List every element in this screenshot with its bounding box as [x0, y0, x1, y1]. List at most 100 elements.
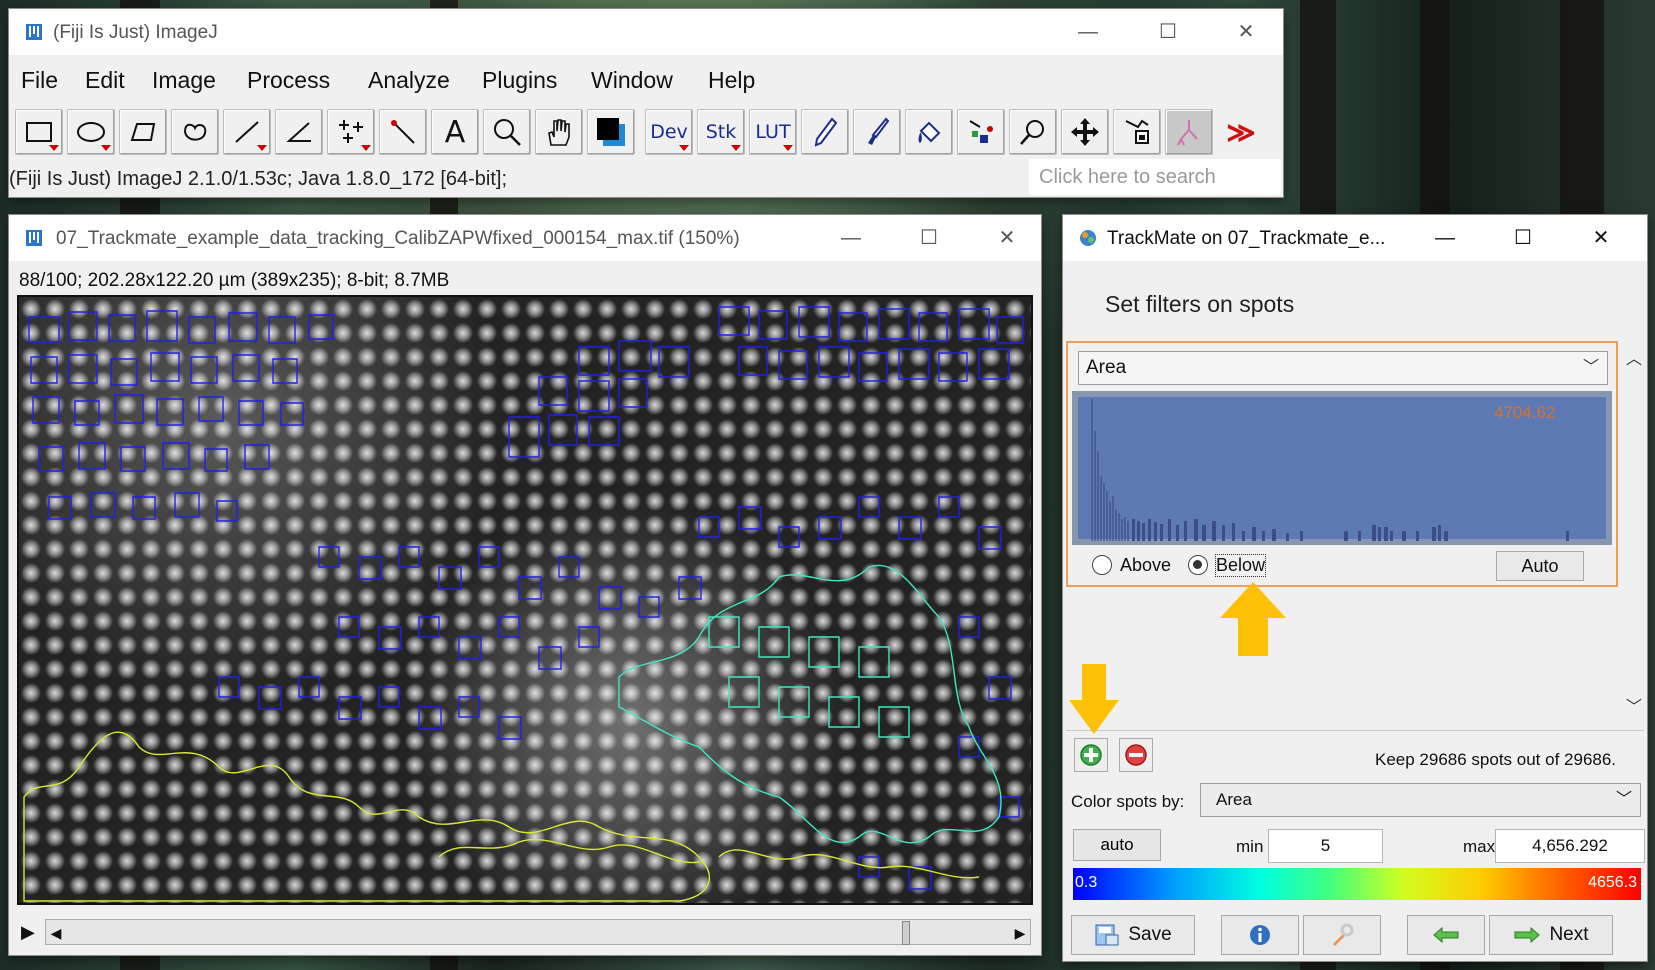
polygon-tool[interactable] — [119, 109, 167, 155]
hand-tool[interactable] — [535, 109, 583, 155]
arrow-left-icon — [1433, 926, 1459, 944]
minimize-button[interactable]: — — [1430, 223, 1460, 253]
image-titlebar: 07_Trackmate_example_data_tracking_Calib… — [9, 215, 1041, 261]
save-button[interactable]: Save — [1071, 915, 1195, 955]
threshold-value: 4704.62 — [1494, 403, 1556, 422]
lut-label: LUT — [755, 121, 791, 143]
trackmate-titlebar: TrackMate on 07_Trackmate_e... — ☐ ✕ — [1063, 215, 1647, 261]
menu-process[interactable]: Process — [247, 67, 330, 94]
feature-dropdown[interactable]: Area ﹀ — [1078, 351, 1608, 385]
divider — [1066, 730, 1644, 731]
oval-tool[interactable] — [67, 109, 115, 155]
close-button[interactable]: ✕ — [992, 223, 1022, 253]
color-range-bar: 0.3 4656.3 — [1073, 868, 1641, 900]
flood-fill-tool[interactable] — [905, 109, 953, 155]
angle-tool[interactable] — [275, 109, 323, 155]
window-title: TrackMate on 07_Trackmate_e... — [1107, 228, 1386, 249]
double-chevron-right-icon: ≫ — [1226, 116, 1256, 148]
maximize-button[interactable]: ☐ — [914, 223, 944, 253]
previous-button[interactable] — [1407, 915, 1485, 955]
chevron-down-icon: ﹀ — [1615, 791, 1632, 808]
wand-tool[interactable] — [379, 109, 427, 155]
close-button[interactable]: ✕ — [1586, 223, 1616, 253]
rectangle-tool[interactable] — [15, 109, 63, 155]
line-icon — [235, 121, 259, 143]
trackmate-tree-icon — [1177, 120, 1198, 146]
trackmate-logo-icon — [1080, 230, 1096, 246]
angle-icon — [286, 122, 311, 142]
polygon-icon — [130, 123, 156, 141]
trackmate-tool[interactable] — [1165, 109, 1213, 155]
about-button[interactable] — [1221, 915, 1299, 955]
chevron-down-icon[interactable]: ﹀ — [1626, 693, 1642, 717]
stk-menu-tool[interactable]: Stk — [697, 109, 745, 155]
color-by-dropdown[interactable]: Area ﹀ — [1200, 783, 1641, 817]
save-label: Save — [1128, 924, 1172, 945]
histogram[interactable]: 4704.62 — [1072, 391, 1612, 545]
rectangle-icon — [26, 122, 52, 142]
point-tool[interactable] — [327, 109, 375, 155]
add-filter-button[interactable] — [1074, 738, 1108, 772]
auto-range-button[interactable]: auto — [1073, 829, 1161, 861]
remove-filter-button[interactable] — [1119, 738, 1153, 772]
lut-menu-tool[interactable]: LUT — [749, 109, 797, 155]
zoom-search-tool[interactable] — [1009, 109, 1057, 155]
above-label[interactable]: Above — [1120, 555, 1171, 576]
move-tool[interactable] — [1061, 109, 1109, 155]
menu-window[interactable]: Window — [591, 67, 673, 94]
minimize-button[interactable]: — — [1073, 17, 1103, 47]
menu-image[interactable]: Image — [152, 67, 216, 94]
scrollbar-track[interactable]: ◀ ▶ — [45, 919, 1031, 945]
brush-tool[interactable] — [853, 109, 901, 155]
status-bar: (Fiji Is Just) ImageJ 2.1.0/1.53c; Java … — [9, 168, 508, 190]
line-tool[interactable] — [223, 109, 271, 155]
blue-spot-outlines — [28, 306, 1024, 890]
minimize-button[interactable]: — — [836, 223, 866, 253]
search-field[interactable]: Click here to search — [1029, 159, 1281, 195]
scroll-right-icon[interactable]: ▶ — [1010, 922, 1030, 944]
menu-file[interactable]: File — [21, 67, 58, 94]
paint-bucket-icon — [918, 121, 941, 143]
hand-icon — [548, 119, 570, 146]
below-radio[interactable] — [1188, 555, 1208, 575]
maximize-button[interactable]: ☐ — [1153, 17, 1183, 47]
menu-edit[interactable]: Edit — [85, 67, 125, 94]
close-button[interactable]: ✕ — [1231, 17, 1261, 47]
maximize-button[interactable]: ☐ — [1508, 223, 1538, 253]
menu-help[interactable]: Help — [708, 67, 755, 94]
color-by-value: Area — [1216, 790, 1252, 809]
arrow-tool[interactable] — [957, 109, 1005, 155]
scroll-left-icon[interactable]: ◀ — [46, 922, 66, 944]
clipboard-icon — [1125, 119, 1149, 144]
above-radio[interactable] — [1092, 555, 1112, 575]
menu-plugins[interactable]: Plugins — [482, 67, 557, 94]
min-label: min — [1236, 837, 1264, 856]
window-title: 07_Trackmate_example_data_tracking_Calib… — [56, 228, 740, 249]
color-picker-tool[interactable] — [587, 109, 635, 155]
filter-panel: Area ﹀ 4704.62 Above Below Auto — [1066, 341, 1618, 587]
spot-overlay — [23, 306, 1024, 902]
image-canvas[interactable] — [17, 295, 1033, 905]
annotation-arrow-up-icon — [1220, 582, 1286, 656]
next-button[interactable]: Next — [1489, 915, 1613, 955]
dev-menu-tool[interactable]: Dev — [645, 109, 693, 155]
filter-list-scrollbar[interactable]: ︿ ﹀ — [1623, 341, 1645, 721]
yellow-spot-outlines — [23, 731, 980, 902]
auto-threshold-button[interactable]: Auto — [1496, 551, 1584, 581]
freehand-tool[interactable] — [171, 109, 219, 155]
roi-manager-tool[interactable] — [1113, 109, 1161, 155]
menu-analyze[interactable]: Analyze — [368, 67, 450, 94]
max-field[interactable]: 4,656.292 — [1495, 829, 1645, 863]
settings-button[interactable] — [1303, 915, 1381, 955]
min-field[interactable]: 5 — [1268, 829, 1383, 863]
stack-scrollbar[interactable]: ▶ ◀ ▶ — [17, 917, 1033, 947]
scrollbar-thumb[interactable] — [902, 921, 910, 945]
pencil-tool[interactable] — [801, 109, 849, 155]
text-tool[interactable]: A — [431, 109, 479, 155]
image-window: 07_Trackmate_example_data_tracking_Calib… — [9, 215, 1041, 955]
magnifier-tool[interactable] — [483, 109, 531, 155]
more-tools-button[interactable]: ≫ — [1217, 109, 1265, 155]
below-label[interactable]: Below — [1214, 554, 1267, 577]
chevron-up-icon[interactable]: ︿ — [1626, 345, 1642, 369]
play-icon[interactable]: ▶ — [21, 922, 35, 943]
